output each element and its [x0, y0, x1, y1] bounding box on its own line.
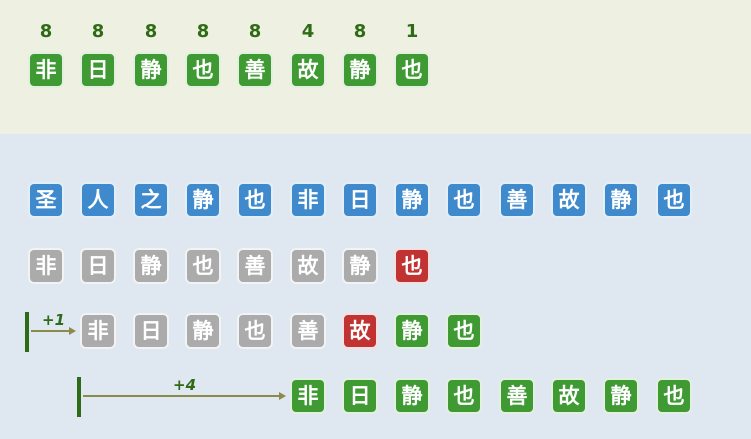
attempt-char: 非 — [28, 248, 64, 284]
text-char: 善 — [499, 182, 535, 218]
text-char: 静 — [394, 182, 430, 218]
shift-arrow-head — [279, 392, 286, 400]
attempt-char: 日 — [342, 378, 378, 414]
shift-count: 1 — [405, 21, 419, 42]
attempt-char: 静 — [394, 313, 430, 349]
pattern-char: 故 — [290, 52, 326, 88]
pattern-char: 也 — [394, 52, 430, 88]
text-char: 圣 — [28, 182, 64, 218]
attempt-char: 故 — [342, 313, 378, 349]
attempt-char: 日 — [80, 248, 116, 284]
attempt-char: 静 — [133, 248, 169, 284]
shift-start-marker — [25, 312, 29, 352]
attempt-char: 故 — [290, 248, 326, 284]
attempt-char: 静 — [603, 378, 639, 414]
text-char: 故 — [551, 182, 587, 218]
text-char: 也 — [237, 182, 273, 218]
pattern-char: 日 — [80, 52, 116, 88]
shift-count: 8 — [353, 21, 367, 42]
pattern-char: 静 — [133, 52, 169, 88]
attempt-char: 静 — [394, 378, 430, 414]
attempt-char: 故 — [551, 378, 587, 414]
text-char: 非 — [290, 182, 326, 218]
text-char: 静 — [603, 182, 639, 218]
text-char: 日 — [342, 182, 378, 218]
attempt-char: 也 — [446, 378, 482, 414]
shift-count: 8 — [196, 21, 210, 42]
text-char: 也 — [656, 182, 692, 218]
text-char: 静 — [185, 182, 221, 218]
shift-count: 8 — [39, 21, 53, 42]
shift-arrow-head — [69, 327, 76, 335]
attempt-char: 也 — [185, 248, 221, 284]
attempt-char: 也 — [237, 313, 273, 349]
shift-arrow — [83, 395, 280, 397]
pattern-panel: 8 非 8 日 8 静 8 也 8 善 4 故 8 静 1 也 — [0, 0, 751, 134]
matching-panel: 圣人之静也非日静也善故静也非日静也善故静也非日静也善故静也 +1 非日静也善故静也 +… — [0, 134, 751, 439]
attempt-char: 也 — [394, 248, 430, 284]
attempt-char: 善 — [499, 378, 535, 414]
shift-count: 8 — [248, 21, 262, 42]
text-char: 也 — [446, 182, 482, 218]
shift-count: 4 — [301, 21, 315, 42]
shift-count: 8 — [91, 21, 105, 42]
attempt-char: 善 — [290, 313, 326, 349]
shift-label: +4 — [173, 376, 197, 394]
text-char: 人 — [80, 182, 116, 218]
shift-start-marker — [77, 377, 81, 417]
shift-arrow — [31, 330, 70, 332]
shift-count: 8 — [144, 21, 158, 42]
attempt-char: 非 — [290, 378, 326, 414]
attempt-char: 非 — [80, 313, 116, 349]
attempt-char: 静 — [342, 248, 378, 284]
pattern-char: 也 — [185, 52, 221, 88]
shift-label: +1 — [42, 311, 66, 329]
attempt-char: 也 — [656, 378, 692, 414]
pattern-char: 善 — [237, 52, 273, 88]
pattern-char: 非 — [28, 52, 64, 88]
attempt-char: 也 — [446, 313, 482, 349]
attempt-char: 日 — [133, 313, 169, 349]
pattern-char: 静 — [342, 52, 378, 88]
attempt-char: 善 — [237, 248, 273, 284]
text-char: 之 — [133, 182, 169, 218]
attempt-char: 静 — [185, 313, 221, 349]
